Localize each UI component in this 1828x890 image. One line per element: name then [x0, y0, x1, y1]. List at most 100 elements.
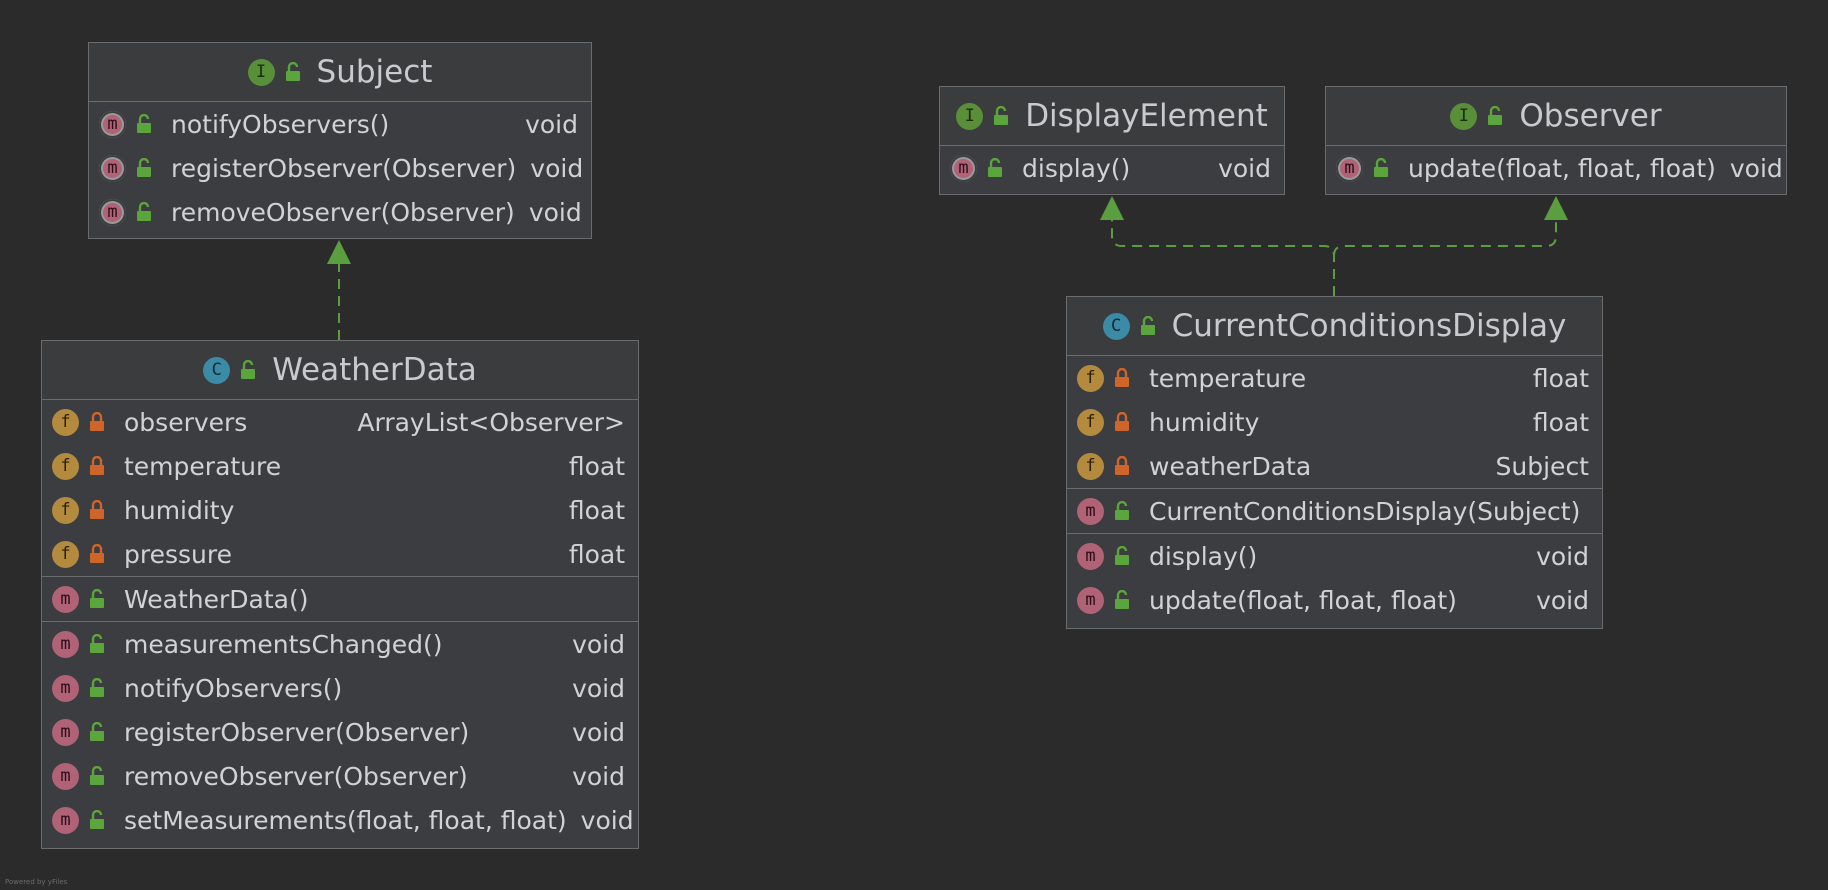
public-lock-icon	[1140, 316, 1156, 336]
powered-by-footer: Powered by yFiles	[5, 878, 68, 886]
class-icon: C	[1102, 312, 1130, 340]
subject-interface-box[interactable]: I Subject m notifyObservers() void m reg…	[88, 42, 592, 239]
method-name: notifyObservers()	[171, 109, 390, 139]
displayelement-methods: m display() void	[940, 146, 1284, 190]
field-row[interactable]: f temperature float	[1067, 356, 1602, 400]
currentconditionsdisplay-constructors: m CurrentConditionsDisplay(Subject)	[1067, 489, 1602, 534]
weatherdata-class-box[interactable]: C WeatherData f observers ArrayList<Obse…	[41, 340, 639, 849]
method-row[interactable]: m setMeasurements(float, float, float) v…	[42, 798, 638, 842]
displayelement-interface-box[interactable]: I DisplayElement m display() void	[939, 86, 1285, 195]
method-row[interactable]: m display() void	[1067, 534, 1602, 578]
subject-methods: m notifyObservers() void m registerObser…	[89, 102, 591, 234]
method-type: void	[572, 717, 625, 747]
public-lock-icon	[89, 722, 105, 742]
field-icon: f	[1077, 364, 1104, 392]
method-row[interactable]: m removeObserver(Observer) void	[89, 190, 591, 234]
abstract-method-icon: m	[99, 110, 126, 138]
subject-header: I Subject	[89, 43, 591, 102]
currentconditionsdisplay-title: CurrentConditionsDisplay	[1171, 308, 1567, 344]
private-lock-icon	[89, 544, 105, 564]
field-type: Subject	[1495, 451, 1589, 481]
method-row[interactable]: m measurementsChanged() void	[42, 622, 638, 666]
method-type: void	[572, 629, 625, 659]
weatherdata-constructors: m WeatherData()	[42, 577, 638, 622]
method-name: registerObserver(Observer)	[124, 717, 470, 747]
constructor-row[interactable]: m CurrentConditionsDisplay(Subject)	[1067, 489, 1602, 533]
abstract-method-icon: m	[950, 154, 977, 182]
public-lock-icon	[136, 202, 152, 222]
field-row[interactable]: f humidity float	[1067, 400, 1602, 444]
method-type: void	[528, 197, 582, 227]
field-row[interactable]: f temperature float	[42, 444, 638, 488]
public-lock-icon	[993, 106, 1009, 126]
method-type: void	[572, 761, 625, 791]
field-row[interactable]: f pressure float	[42, 532, 638, 576]
displayelement-header: I DisplayElement	[940, 87, 1284, 146]
method-icon: m	[52, 762, 79, 790]
observer-interface-box[interactable]: I Observer m update(float, float, float)…	[1325, 86, 1787, 195]
method-row[interactable]: m registerObserver(Observer) void	[89, 146, 591, 190]
field-row[interactable]: f weatherData Subject	[1067, 444, 1602, 488]
constructor-name: CurrentConditionsDisplay(Subject)	[1149, 496, 1581, 526]
method-name: display()	[1149, 541, 1258, 571]
interface-icon: I	[1450, 102, 1478, 130]
method-name: display()	[1022, 153, 1131, 183]
method-type: void	[580, 805, 634, 835]
method-type: void	[1729, 153, 1783, 183]
constructor-name: WeatherData()	[124, 584, 309, 614]
ccd-implements-displayelement-line	[1111, 218, 1335, 296]
private-lock-icon	[89, 456, 105, 476]
field-type: float	[568, 495, 625, 525]
method-icon: m	[52, 806, 79, 834]
private-lock-icon	[89, 412, 105, 432]
field-name: temperature	[1149, 363, 1307, 393]
subject-arrowhead	[327, 240, 351, 264]
constructor-row[interactable]: m WeatherData()	[42, 577, 638, 621]
method-type: void	[1536, 585, 1589, 615]
method-icon: m	[52, 718, 79, 746]
method-row[interactable]: m display() void	[940, 146, 1284, 190]
field-icon: f	[52, 540, 79, 568]
currentconditionsdisplay-class-box[interactable]: C CurrentConditionsDisplay f temperature…	[1066, 296, 1603, 629]
displayelement-title: DisplayElement	[1025, 98, 1268, 134]
method-row[interactable]: m registerObserver(Observer) void	[42, 710, 638, 754]
weatherdata-fields: f observers ArrayList<Observer> f temper…	[42, 400, 638, 577]
field-name: humidity	[1149, 407, 1260, 437]
method-row[interactable]: m update(float, float, float) void	[1326, 146, 1786, 190]
method-icon: m	[1077, 497, 1104, 525]
method-name: setMeasurements(float, float, float)	[124, 805, 567, 835]
public-lock-icon	[89, 589, 105, 609]
method-type: void	[572, 673, 625, 703]
field-row[interactable]: f observers ArrayList<Observer>	[42, 400, 638, 444]
observer-methods: m update(float, float, float) void	[1326, 146, 1786, 190]
observer-title: Observer	[1519, 98, 1662, 134]
field-icon: f	[52, 496, 79, 524]
method-name: removeObserver(Observer)	[171, 197, 515, 227]
weatherdata-methods: m measurementsChanged() void m notifyObs…	[42, 622, 638, 842]
method-name: removeObserver(Observer)	[124, 761, 468, 791]
diagram-canvas: I Subject m notifyObservers() void m reg…	[0, 0, 1828, 890]
method-row[interactable]: m removeObserver(Observer) void	[42, 754, 638, 798]
field-icon: f	[52, 452, 79, 480]
method-type: void	[1536, 541, 1589, 571]
method-icon: m	[52, 630, 79, 658]
method-type: void	[530, 153, 584, 183]
field-name: temperature	[124, 451, 282, 481]
currentconditionsdisplay-methods: m display() void m update(float, float, …	[1067, 534, 1602, 622]
public-lock-icon	[89, 678, 105, 698]
method-name: measurementsChanged()	[124, 629, 443, 659]
method-row[interactable]: m notifyObservers() void	[89, 102, 591, 146]
ccd-implements-observer-line	[1333, 218, 1557, 257]
field-name: humidity	[124, 495, 235, 525]
subject-title: Subject	[316, 54, 433, 90]
field-type: float	[1532, 363, 1589, 393]
public-lock-icon	[136, 114, 152, 134]
method-name: update(float, float, float)	[1149, 585, 1457, 615]
private-lock-icon	[1114, 412, 1130, 432]
method-row[interactable]: m update(float, float, float) void	[1067, 578, 1602, 622]
observer-header: I Observer	[1326, 87, 1786, 146]
public-lock-icon	[136, 158, 152, 178]
field-name: weatherData	[1149, 451, 1312, 481]
method-row[interactable]: m notifyObservers() void	[42, 666, 638, 710]
field-row[interactable]: f humidity float	[42, 488, 638, 532]
